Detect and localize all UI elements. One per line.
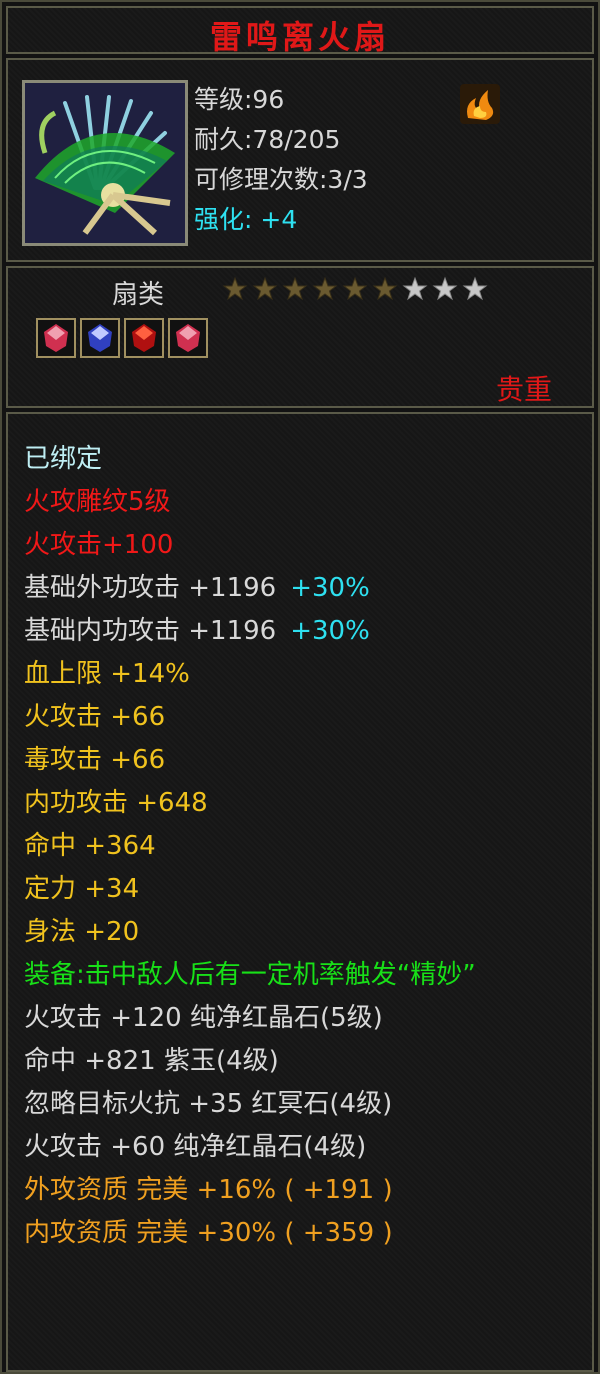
internal-aptitude: 内攻资质 完美 +30% ( +359 ) (24, 1218, 393, 1248)
title-bar: 雷鸣离火扇 (6, 6, 594, 56)
star-lit-icon (312, 276, 338, 301)
equip-effect: 装备:击中敌人后有一定机率触发“精妙” (24, 960, 476, 990)
pink-gem-icon[interactable] (168, 318, 208, 358)
base-internal-attack: 基础内功攻击 +1196 +30% (24, 610, 578, 653)
star-empty-icon (462, 276, 488, 301)
item-grade: 贵重 (495, 373, 552, 406)
star-lit-icon (252, 276, 278, 301)
fan-item-icon (22, 80, 188, 246)
carve-fire-attack: 火攻击+100 (24, 530, 174, 560)
hp-max: 血上限 +14% (24, 659, 190, 689)
agility: 身法 +20 (24, 917, 140, 947)
focus: 定力 +34 (24, 874, 140, 904)
star-lit-icon (342, 276, 368, 301)
item-header: 等级:96 耐久:78/205 可修理次数:3/3 强化: +4 (6, 58, 594, 262)
star-lit-icon (222, 276, 248, 301)
gem-bonus-1: 火攻击 +120 纯净红晶石(5级) (24, 1003, 383, 1033)
base-external-attack: 基础外功攻击 +1196 +30% (24, 567, 578, 610)
blue-gem-icon[interactable] (80, 318, 120, 358)
star-lit-icon (372, 276, 398, 301)
base-external-attack-percent: +30% (290, 573, 370, 603)
pink-gem-icon[interactable] (36, 318, 76, 358)
item-stats: 等级:96 耐久:78/205 可修理次数:3/3 强化: +4 (194, 80, 368, 240)
base-external-attack-value: 基础外功攻击 +1196 (24, 573, 277, 603)
item-subheader: 扇类 贵重 (6, 266, 594, 408)
star-lit-icon (282, 276, 308, 301)
hit-rate: 命中 +364 (24, 831, 156, 861)
level-text: 等级:96 (194, 85, 285, 114)
durability-text: 耐久:78/205 (194, 125, 341, 154)
poison-attack: 毒攻击 +66 (24, 745, 166, 775)
enhance-row: 强化: +4 (194, 200, 368, 240)
fire-element-icon (458, 82, 502, 126)
gem-bonus-4: 火攻击 +60 纯净红晶石(4级) (24, 1132, 367, 1162)
item-tooltip: 雷鸣离火扇 等级:96 耐久:78/205 可修理次数:3/3 强化: +4 扇… (0, 0, 600, 1374)
gem-slots (36, 318, 208, 358)
star-empty-icon (402, 276, 428, 301)
external-aptitude: 外攻资质 完美 +16% ( +191 ) (24, 1175, 393, 1205)
star-rating (222, 276, 488, 302)
base-internal-attack-percent: +30% (290, 616, 370, 646)
gem-bonus-2: 命中 +821 紫玉(4级) (24, 1046, 279, 1076)
attribute-list: 已绑定 火攻雕纹5级 火攻击+100 基础外功攻击 +1196 +30% 基础内功… (6, 412, 594, 1372)
gem-bonus-3: 忽略目标火抗 +35 红冥石(4级) (24, 1089, 393, 1119)
base-internal-attack-value: 基础内功攻击 +1196 (24, 616, 277, 646)
bound-status: 已绑定 (24, 444, 103, 474)
enhance-label: 强化: (194, 205, 253, 234)
fire-attack: 火攻击 +66 (24, 702, 166, 732)
item-type: 扇类 (112, 280, 165, 310)
repair-count-text: 可修理次数:3/3 (194, 165, 368, 194)
enhance-value: +4 (260, 205, 298, 234)
item-name: 雷鸣离火扇 (209, 18, 390, 56)
internal-attack: 内功攻击 +648 (24, 788, 208, 818)
red-gem-icon[interactable] (124, 318, 164, 358)
star-empty-icon (432, 276, 458, 301)
carve-level: 火攻雕纹5级 (24, 487, 171, 517)
